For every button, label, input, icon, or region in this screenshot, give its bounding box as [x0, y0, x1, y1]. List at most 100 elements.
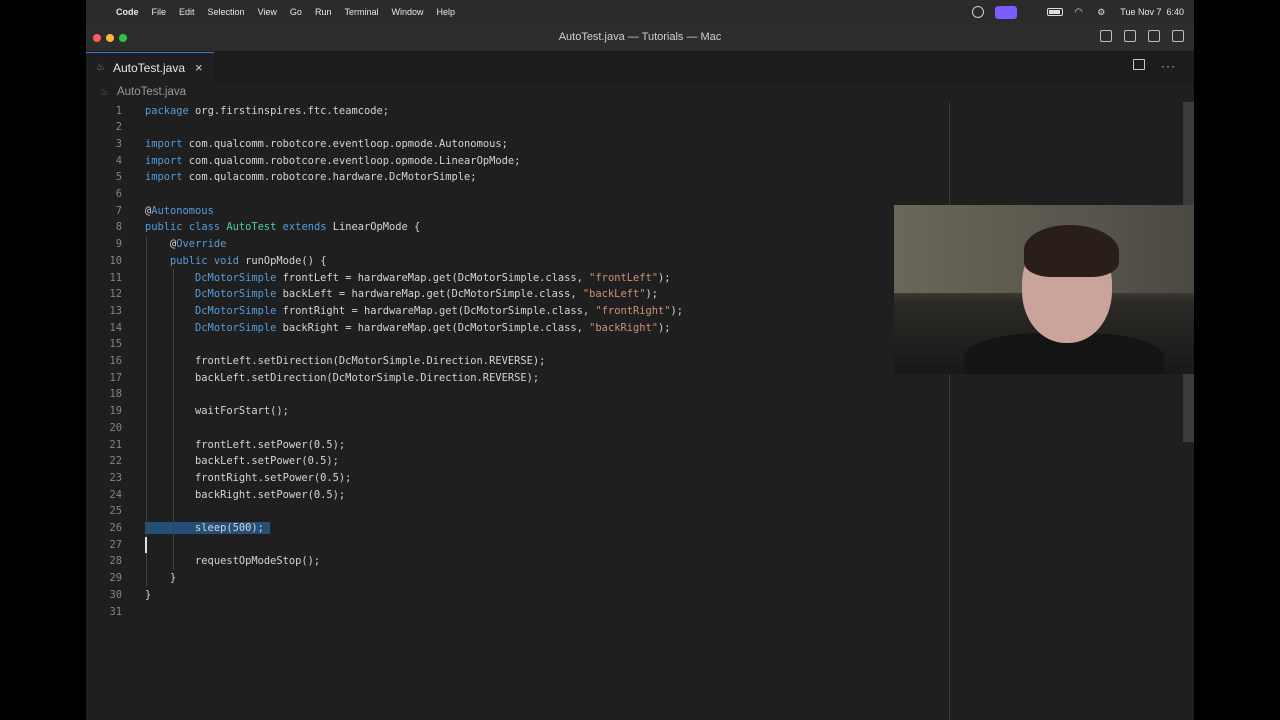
control-center-icon[interactable]: ⚙: [1097, 7, 1109, 17]
customize-layout-icon[interactable]: [1172, 30, 1184, 42]
indent-guide: [173, 269, 174, 570]
split-editor-icon[interactable]: [1133, 59, 1145, 70]
line-number: 3: [115, 137, 122, 150]
code-token: sleep(500);: [145, 522, 271, 534]
menu-help[interactable]: Help: [436, 7, 455, 17]
line-number: 6: [115, 188, 122, 200]
line-code: waitForStart();: [145, 403, 289, 420]
code-token: LinearOpMode {: [326, 221, 421, 234]
code-token: extends: [282, 221, 327, 234]
code-token: runOpMode() {: [238, 254, 327, 267]
line-code: frontLeft.setDirection(DcMotorSimple.Dir…: [145, 353, 545, 370]
breadcrumb: ♨ AutoTest.java: [86, 82, 186, 102]
code-line[interactable]: 26 sleep(500);: [86, 520, 1194, 537]
code-line[interactable]: 21 frontLeft.setPower(0.5);: [86, 437, 1194, 454]
line-number: 26: [109, 522, 122, 534]
code-token: );: [658, 321, 671, 334]
battery-icon[interactable]: [1047, 8, 1064, 16]
code-token: Override: [176, 238, 227, 251]
menu-file[interactable]: File: [152, 7, 167, 17]
code-line[interactable]: 28 requestOpModeStop();: [86, 553, 1194, 570]
code-token: backLeft.setDirection(DcMotorSimple.Dire…: [145, 371, 540, 384]
mic-off-icon[interactable]: [1028, 7, 1036, 17]
line-number: 25: [109, 505, 122, 518]
more-icon[interactable]: ···: [1161, 59, 1176, 73]
editor-actions: ···: [1133, 59, 1176, 73]
code-line[interactable]: 29 }: [86, 570, 1194, 587]
menu-selection[interactable]: Selection: [208, 7, 245, 17]
code-line[interactable]: 1 package org.firstinspires.ftc.teamcode;: [86, 103, 1194, 120]
toggle-panel-icon[interactable]: [1124, 30, 1136, 42]
menu-go[interactable]: Go: [290, 7, 302, 17]
close-icon[interactable]: ×: [195, 60, 203, 75]
code-token: DcMotorSimple: [195, 288, 277, 301]
code-token: package: [145, 104, 189, 117]
code-line[interactable]: 25: [86, 503, 1194, 520]
code-line[interactable]: 20: [86, 420, 1194, 437]
line-number: 27: [109, 538, 122, 551]
tab-autotest-java[interactable]: ♨ AutoTest.java ×: [86, 52, 214, 82]
code-line[interactable]: 23 frontRight.setPower(0.5);: [86, 470, 1194, 487]
java-file-icon: ♨: [100, 86, 109, 98]
code-line[interactable]: 30}: [86, 587, 1194, 604]
line-code: @Autonomous: [145, 203, 214, 220]
code-line[interactable]: 24 backRight.setPower(0.5);: [86, 487, 1194, 504]
text-cursor: [145, 537, 147, 554]
line-number: 10: [109, 254, 122, 267]
line-code: @Override: [145, 236, 226, 253]
menu-code[interactable]: Code: [116, 7, 139, 17]
screen-recording-icon[interactable]: [995, 5, 1018, 19]
code-line[interactable]: 2: [86, 119, 1194, 136]
line-code: DcMotorSimple frontLeft = hardwareMap.ge…: [145, 270, 671, 287]
code-token: com.qulacomm.robotcore.hardware.DcMotorS…: [182, 171, 477, 184]
code-token: DcMotorSimple: [195, 321, 277, 334]
breadcrumb-file[interactable]: AutoTest.java: [117, 86, 186, 98]
line-number: 19: [109, 405, 122, 418]
code-token: frontLeft.setDirection(DcMotorSimple.Dir…: [145, 355, 546, 367]
code-token: public: [145, 221, 183, 234]
code-editor[interactable]: 1 package org.firstinspires.ftc.teamcode;…: [86, 102, 1194, 720]
code-line[interactable]: 19 waitForStart();: [86, 403, 1194, 420]
line-code: import com.qualcomm.robotcore.eventloop.…: [145, 153, 520, 170]
line-number: 22: [109, 455, 122, 468]
code-token: "backRight": [589, 321, 658, 334]
code-token: );: [645, 288, 658, 301]
line-code: public void runOpMode() {: [145, 253, 326, 270]
menu-window[interactable]: Window: [391, 7, 423, 17]
line-code: DcMotorSimple backLeft = hardwareMap.get…: [145, 286, 658, 303]
line-code: import com.qulacomm.robotcore.hardware.D…: [145, 169, 477, 186]
code-line[interactable]: 4 import com.qualcomm.robotcore.eventloop…: [86, 153, 1194, 170]
code-line[interactable]: 31: [86, 604, 1194, 621]
code-line[interactable]: 3 import com.qualcomm.robotcore.eventloop…: [86, 136, 1194, 153]
menu-run[interactable]: Run: [315, 7, 332, 17]
code-token: backLeft.setPower(0.5);: [145, 455, 339, 468]
line-number: 4: [115, 154, 122, 167]
toggle-primary-sidebar-icon[interactable]: [1100, 30, 1112, 42]
menu-edit[interactable]: Edit: [179, 7, 195, 17]
code-line[interactable]: 27: [86, 537, 1194, 554]
line-number: 9: [115, 238, 122, 251]
toggle-secondary-sidebar-icon[interactable]: [1148, 30, 1160, 42]
code-line[interactable]: 5 import com.qulacomm.robotcore.hardware.…: [86, 169, 1194, 186]
line-number: 21: [109, 438, 122, 451]
line-number: 12: [109, 288, 122, 301]
menu-view[interactable]: View: [258, 7, 277, 17]
wifi-icon[interactable]: ◠: [1074, 7, 1086, 18]
focus-icon[interactable]: [972, 6, 985, 18]
line-number: 8: [115, 221, 122, 234]
code-line[interactable]: 6: [86, 186, 1194, 203]
tab-label: AutoTest.java: [112, 60, 186, 75]
line-number: 15: [109, 338, 122, 351]
line-number: 30: [109, 588, 122, 601]
menu-terminal[interactable]: Terminal: [344, 7, 378, 17]
code-token: com.qualcomm.robotcore.eventloop.opmode.…: [182, 137, 508, 150]
window-title: AutoTest.java — Tutorials — Mac: [558, 31, 722, 43]
line-number: 13: [109, 304, 122, 317]
code-token: );: [658, 271, 671, 284]
menubar-datetime[interactable]: Tue Nov 7 6:40: [1120, 7, 1184, 17]
line-number: 18: [109, 388, 122, 401]
code-line[interactable]: 18: [86, 386, 1194, 403]
code-line[interactable]: 22 backLeft.setPower(0.5);: [86, 453, 1194, 470]
line-code: backRight.setPower(0.5);: [145, 487, 345, 504]
